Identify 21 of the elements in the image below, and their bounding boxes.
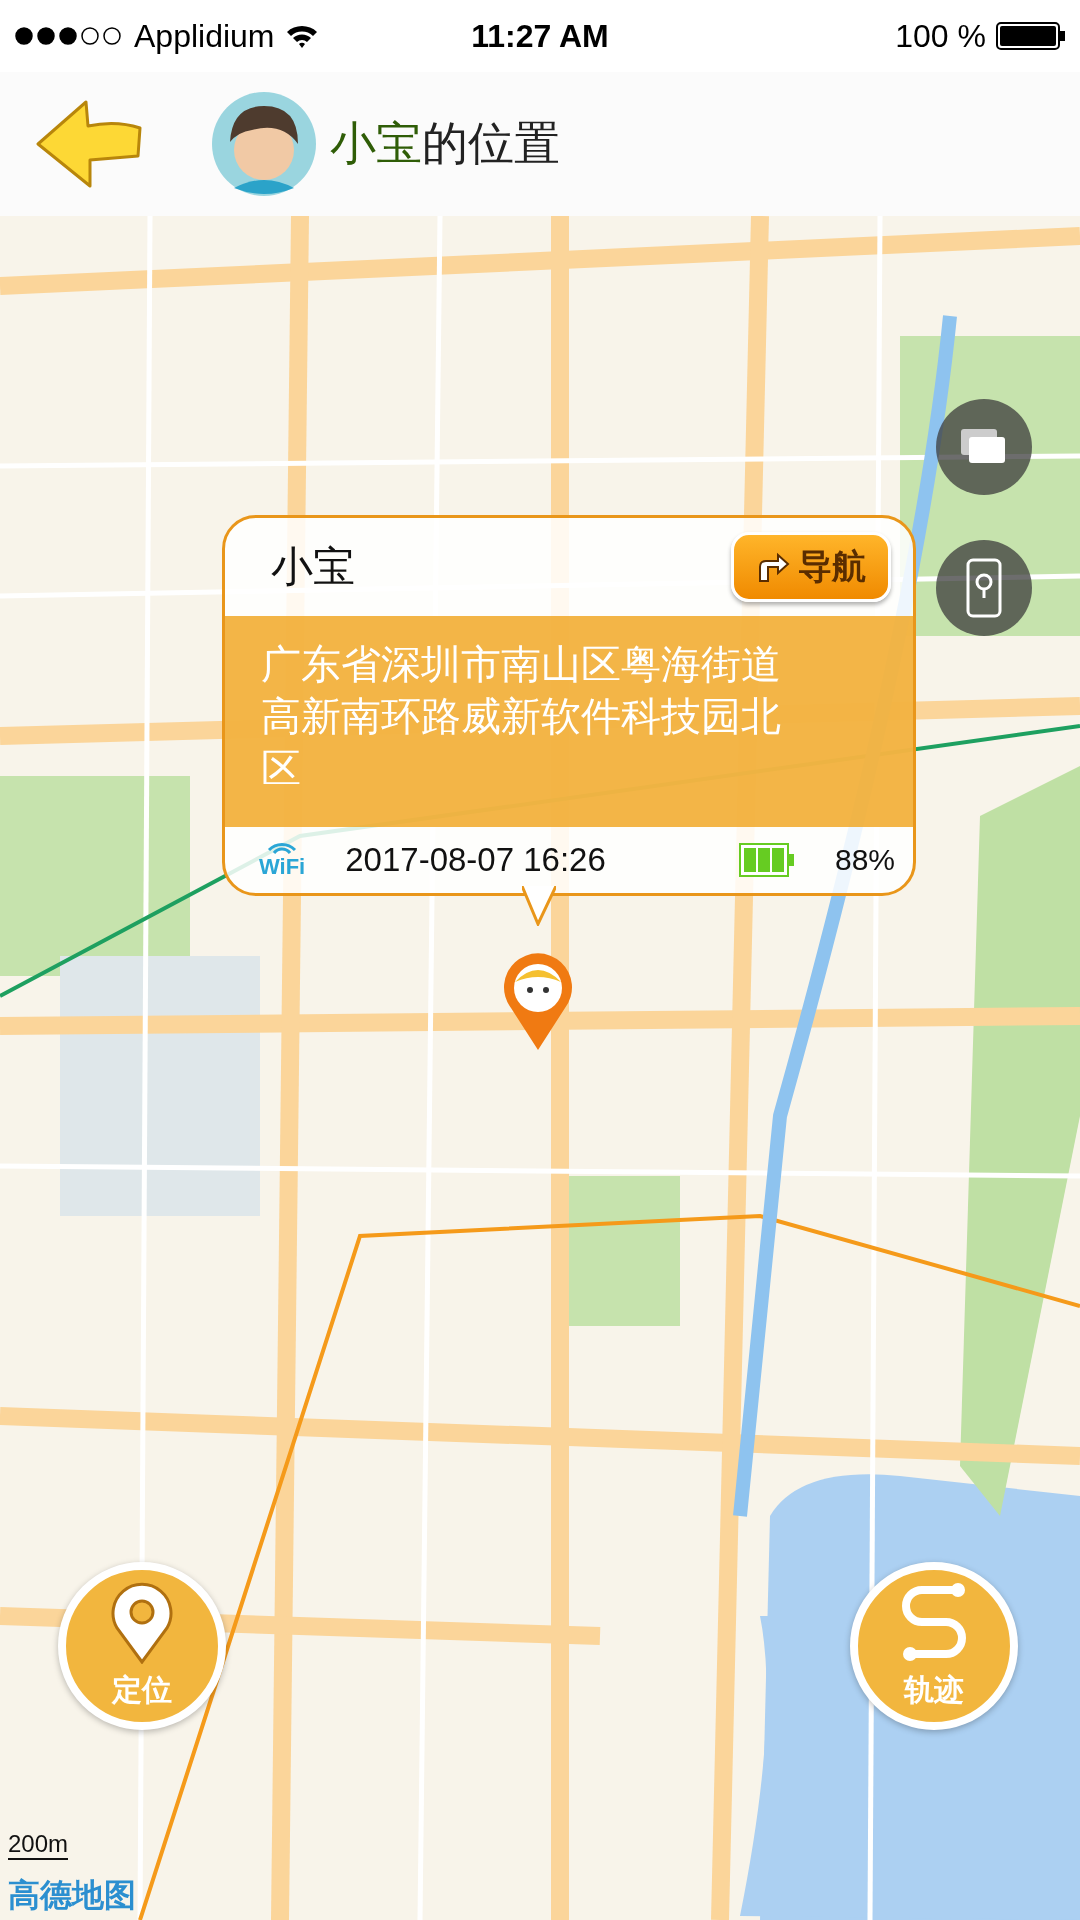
clock-time: 11:27 AM (471, 17, 609, 55)
wifi-icon (267, 842, 298, 856)
child-name: 小宝 (271, 541, 355, 593)
map-scale: 200m (8, 1830, 69, 1860)
carrier-name: Applidium (134, 17, 275, 55)
page-title: 小宝的位置 (330, 115, 560, 172)
battery-percent: 88% (834, 843, 895, 877)
back-arrow-button[interactable] (36, 98, 142, 190)
update-time: 2017-08-07 16:26 (345, 841, 607, 879)
wifi-label: WiFi (259, 856, 306, 878)
address-text: 广东省深圳市南山区粤海街道高新南环路威新软件科技园北区 (225, 616, 913, 827)
map-logo: 高德地图 (8, 1875, 136, 1916)
battery-icon (996, 22, 1066, 50)
child-location-pin-icon (501, 952, 575, 1052)
navigate-button[interactable]: 导航 (731, 532, 891, 602)
battery-percent: 100 % (895, 17, 986, 55)
phone-pin-icon (966, 558, 1002, 618)
avatar-icon (212, 92, 316, 196)
signal-strength-icon (14, 26, 124, 46)
turn-right-icon (756, 551, 790, 583)
battery-icon (738, 843, 795, 877)
